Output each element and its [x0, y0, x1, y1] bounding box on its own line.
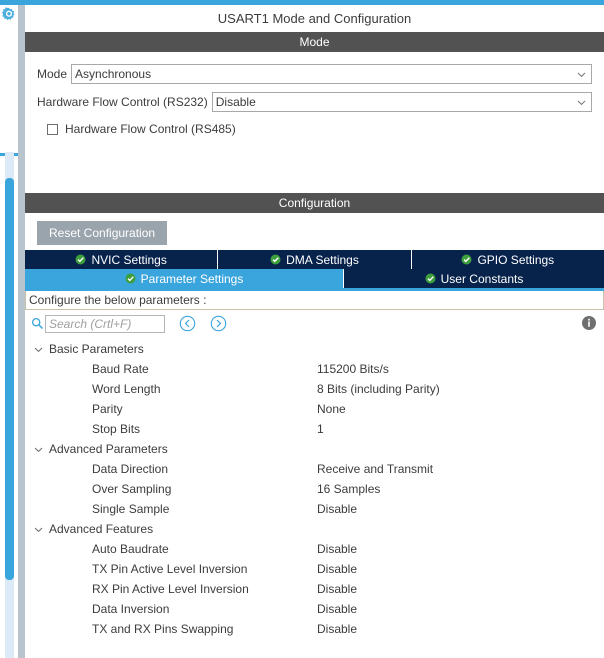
tab-label: User Constants — [440, 271, 524, 286]
tab-label: NVIC Settings — [91, 252, 167, 267]
tab-row-secondary: Parameter Settings User Constants — [25, 269, 604, 288]
search-input[interactable] — [45, 314, 165, 333]
tree-item-value: 115200 Bits/s — [317, 362, 389, 376]
tree-group-label: Advanced Parameters — [49, 442, 168, 456]
tree-item-value: Disable — [317, 562, 358, 576]
tab-gpio-settings[interactable]: GPIO Settings — [411, 250, 604, 269]
tree-item-parity[interactable]: Parity None — [25, 399, 604, 419]
tree-item-value: Disable — [317, 622, 358, 636]
tree-item-rx-pin-active-level-inversion[interactable]: RX Pin Active Level Inversion Disable — [25, 579, 604, 599]
mode-select-value: Asynchronous — [75, 67, 152, 81]
tree-item-value: 16 Samples — [317, 482, 381, 496]
tree-item-tx-pin-active-level-inversion[interactable]: TX Pin Active Level Inversion Disable — [25, 559, 604, 579]
chevron-down-icon — [576, 97, 587, 108]
search-next-button[interactable] — [210, 315, 227, 332]
tree-item-label: Word Length — [92, 382, 161, 396]
search-prev-button[interactable] — [179, 315, 196, 332]
vertical-scrollbar-thumb[interactable] — [5, 178, 14, 580]
configure-banner: Configure the below parameters : — [25, 291, 604, 310]
check-circle-icon — [461, 254, 472, 265]
tree-item-label: Stop Bits — [92, 422, 141, 436]
tree-item-label: Over Sampling — [92, 482, 172, 496]
tree-item-label: TX Pin Active Level Inversion — [92, 562, 248, 576]
chevron-down-icon — [33, 524, 44, 535]
tree-item-word-length[interactable]: Word Length 8 Bits (including Parity) — [25, 379, 604, 399]
flow-control-label: Hardware Flow Control (RS232) — [37, 95, 208, 109]
tree-item-value: 1 — [317, 422, 324, 436]
tree-item-tx-and-rx-pins-swapping[interactable]: TX and RX Pins Swapping Disable — [25, 619, 604, 639]
tab-user-constants[interactable]: User Constants — [344, 269, 604, 288]
search-row — [25, 310, 604, 337]
gutter-separator — [18, 5, 25, 658]
check-circle-icon — [125, 273, 136, 284]
tree-item-value: None — [317, 402, 346, 416]
tab-label: Parameter Settings — [140, 271, 244, 286]
tree-group-advanced-features[interactable]: Advanced Features — [25, 519, 604, 539]
section-gap — [25, 138, 604, 193]
tab-parameter-settings[interactable]: Parameter Settings — [25, 269, 344, 288]
tree-item-label: Data Direction — [92, 462, 169, 476]
mode-select[interactable]: Asynchronous — [71, 64, 592, 84]
tab-row-primary: NVIC Settings DMA Settings GPIO Settings — [25, 250, 604, 269]
tree-group-label: Basic Parameters — [49, 342, 144, 356]
check-circle-icon — [270, 254, 281, 265]
configuration-pane: USART1 Mode and Configuration Mode Mode … — [25, 5, 604, 658]
check-circle-icon — [75, 254, 86, 265]
gear-icon[interactable] — [1, 7, 17, 23]
tree-group-label: Advanced Features — [49, 522, 154, 536]
tree-item-label: Single Sample — [92, 502, 170, 516]
mode-section-header: Mode — [25, 32, 604, 52]
search-icon — [31, 317, 44, 330]
tree-item-value: Disable — [317, 542, 358, 556]
tree-item-value: Receive and Transmit — [317, 462, 434, 476]
tab-label: DMA Settings — [286, 252, 359, 267]
page-title: USART1 Mode and Configuration — [25, 5, 604, 32]
rs485-checkbox[interactable] — [47, 123, 58, 135]
tree-item-stop-bits[interactable]: Stop Bits 1 — [25, 419, 604, 439]
tab-label: GPIO Settings — [477, 252, 555, 267]
flow-control-select[interactable]: Disable — [211, 92, 592, 112]
tree-item-data-inversion[interactable]: Data Inversion Disable — [25, 599, 604, 619]
tree-item-label: RX Pin Active Level Inversion — [92, 582, 249, 596]
tree-item-value: Disable — [317, 502, 358, 516]
rs485-checkbox-label: Hardware Flow Control (RS485) — [65, 122, 236, 136]
tree-item-value: 8 Bits (including Parity) — [317, 382, 440, 396]
rs485-checkbox-row[interactable]: Hardware Flow Control (RS485) — [47, 120, 592, 138]
mode-section-body: Mode Asynchronous Hardware Flow Control … — [25, 52, 604, 138]
reset-configuration-button[interactable]: Reset Configuration — [37, 221, 168, 245]
tree-item-auto-baudrate[interactable]: Auto Baudrate Disable — [25, 539, 604, 559]
tree-item-label: Auto Baudrate — [92, 542, 169, 556]
tab-nvic-settings[interactable]: NVIC Settings — [25, 250, 219, 269]
tree-item-over-sampling[interactable]: Over Sampling 16 Samples — [25, 479, 604, 499]
tree-item-value: Disable — [317, 582, 358, 596]
configuration-section-header: Configuration — [25, 193, 604, 213]
info-icon[interactable] — [581, 315, 597, 331]
chevron-down-icon — [576, 69, 587, 80]
chevron-down-icon — [33, 444, 44, 455]
tree-item-baud-rate[interactable]: Baud Rate 115200 Bits/s — [25, 359, 604, 379]
chevron-down-icon — [33, 344, 44, 355]
mode-field-row: Mode Asynchronous — [37, 64, 592, 84]
flow-control-field-row: Hardware Flow Control (RS232) Disable — [37, 92, 592, 112]
tree-item-data-direction[interactable]: Data Direction Receive and Transmit — [25, 459, 604, 479]
check-circle-icon — [425, 273, 436, 284]
tree-item-label: Parity — [92, 402, 123, 416]
tree-item-single-sample[interactable]: Single Sample Disable — [25, 499, 604, 519]
tree-item-value: Disable — [317, 602, 358, 616]
parameter-tree: Basic Parameters Baud Rate 115200 Bits/s… — [25, 337, 604, 639]
tree-group-basic-parameters[interactable]: Basic Parameters — [25, 339, 604, 359]
tree-group-advanced-parameters[interactable]: Advanced Parameters — [25, 439, 604, 459]
tree-item-label: TX and RX Pins Swapping — [92, 622, 234, 636]
tab-dma-settings[interactable]: DMA Settings — [218, 250, 412, 269]
tree-item-label: Data Inversion — [92, 602, 170, 616]
tree-item-label: Baud Rate — [92, 362, 149, 376]
reset-row: Reset Configuration — [25, 213, 604, 250]
flow-control-select-value: Disable — [215, 95, 256, 109]
mode-field-label: Mode — [37, 67, 68, 81]
